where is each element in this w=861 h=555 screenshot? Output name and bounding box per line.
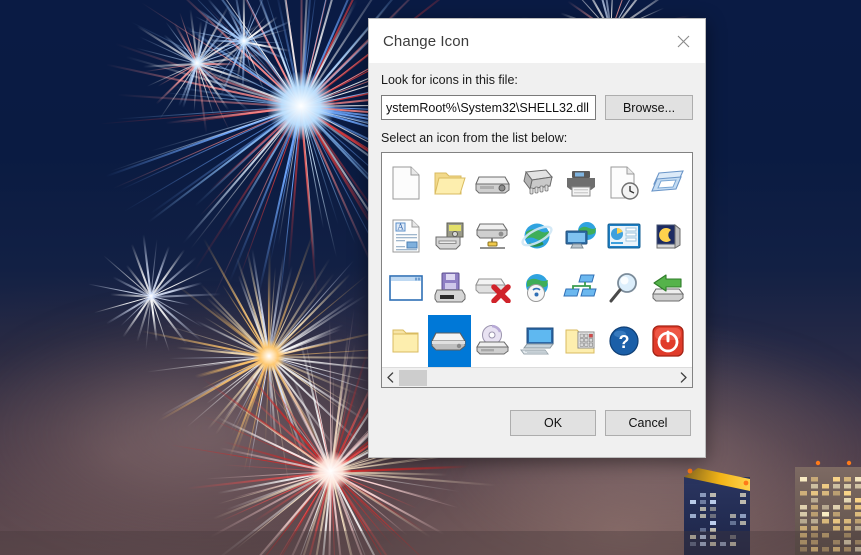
- icon-cell-network-workgroup-icon[interactable]: [559, 262, 603, 315]
- svg-text:A: A: [396, 222, 403, 231]
- icon-cell-folder-open-icon[interactable]: [428, 157, 472, 210]
- icon-cell-control-panel-folder-icon[interactable]: [559, 315, 603, 368]
- icon-grid[interactable]: A?: [382, 153, 692, 367]
- icon-cell-computer-desktop-icon[interactable]: [515, 315, 559, 368]
- network-drive-icon: [475, 220, 511, 252]
- icon-cell-network-drive-icon[interactable]: [471, 210, 515, 263]
- icon-cell-shutdown-power-icon[interactable]: [646, 315, 690, 368]
- network-workgroup-icon: [563, 273, 599, 303]
- dialog-body: Look for icons in this file: Browse... S…: [369, 73, 705, 388]
- scroll-left-arrow-icon[interactable]: [382, 368, 399, 388]
- icon-cell-floppy-drive-icon[interactable]: [428, 262, 472, 315]
- svg-text:?: ?: [619, 332, 630, 352]
- network-computer-globe-icon: [563, 220, 599, 252]
- icon-cell-disconnected-drive-icon[interactable]: [471, 262, 515, 315]
- floppy-drive-icon: [434, 271, 466, 305]
- text-document-icon: A: [391, 219, 421, 253]
- help-question-icon: ?: [608, 325, 640, 357]
- dashboard-report-icon: [606, 222, 642, 250]
- dialup-globe-icon: [520, 272, 554, 304]
- firework-burst: [300, 105, 301, 106]
- dialog-title: Change Icon: [383, 33, 469, 50]
- icon-cell-window-stack-icon[interactable]: [646, 157, 690, 210]
- control-panel-folder-icon: [564, 326, 598, 356]
- blank-document-icon: [391, 166, 421, 200]
- firework-burst: [196, 62, 197, 63]
- cd-rom-drive-icon: [476, 324, 510, 358]
- back-arrow-drive-icon: [650, 273, 686, 303]
- monitor-moon-icon: [653, 221, 683, 251]
- icon-cell-dashboard-report-icon[interactable]: [603, 210, 647, 263]
- dialog-footer: OK Cancel: [369, 389, 705, 457]
- icon-cell-text-document-icon[interactable]: A: [384, 210, 428, 263]
- horizontal-scrollbar[interactable]: [382, 367, 692, 387]
- icon-cell-recent-document-clock-icon[interactable]: [603, 157, 647, 210]
- firework-burst: [150, 295, 151, 296]
- scrollbar-thumb[interactable]: [399, 370, 427, 386]
- ok-button[interactable]: OK: [510, 410, 596, 436]
- firework-burst: [243, 40, 244, 41]
- icon-cell-memory-chip-icon[interactable]: [515, 157, 559, 210]
- internet-globe-icon: [520, 219, 554, 253]
- icon-cell-help-question-icon[interactable]: ?: [603, 315, 647, 368]
- application-window-icon: [388, 274, 424, 302]
- icon-file-path-input[interactable]: [381, 95, 596, 120]
- dialog-titlebar: Change Icon: [369, 19, 705, 63]
- browse-button[interactable]: Browse...: [605, 95, 693, 120]
- icon-cell-internet-globe-icon[interactable]: [515, 210, 559, 263]
- icon-cell-dialup-globe-icon[interactable]: [515, 262, 559, 315]
- icon-cell-monitor-moon-icon[interactable]: [646, 210, 690, 263]
- icon-cell-scanner-icon[interactable]: [428, 210, 472, 263]
- computer-desktop-icon: [519, 326, 555, 356]
- scroll-right-arrow-icon[interactable]: [675, 368, 692, 388]
- icon-cell-local-disk-drive-icon[interactable]: [428, 315, 472, 368]
- change-icon-dialog: Change Icon Look for icons in this file:…: [368, 18, 706, 458]
- scrollbar-track[interactable]: [399, 368, 675, 388]
- file-path-row: Browse...: [381, 95, 693, 120]
- search-magnifier-icon: [608, 272, 640, 304]
- firework-burst: [268, 355, 269, 356]
- folder-open-icon: [433, 168, 467, 198]
- icon-list-label: Select an icon from the list below:: [381, 131, 693, 146]
- icon-list-panel: A?: [381, 152, 693, 388]
- cancel-button[interactable]: Cancel: [605, 410, 691, 436]
- memory-chip-icon: [519, 168, 555, 198]
- disconnected-drive-icon: [475, 273, 511, 303]
- icon-cell-hard-drive-icon[interactable]: [471, 157, 515, 210]
- scanner-icon: [433, 221, 467, 251]
- icon-cell-cd-rom-drive-icon[interactable]: [471, 315, 515, 368]
- hard-drive-icon: [475, 170, 511, 196]
- icon-cell-printer-icon[interactable]: [559, 157, 603, 210]
- printer-icon: [564, 168, 598, 198]
- recent-document-clock-icon: [608, 166, 640, 200]
- icon-cell-search-magnifier-icon[interactable]: [603, 262, 647, 315]
- icon-cell-application-window-icon[interactable]: [384, 262, 428, 315]
- folder-closed-icon: [391, 326, 421, 356]
- icon-cell-back-arrow-drive-icon[interactable]: [646, 262, 690, 315]
- close-icon[interactable]: [661, 19, 705, 63]
- icon-cell-network-computer-globe-icon[interactable]: [559, 210, 603, 263]
- icon-cell-blank-document-icon[interactable]: [384, 157, 428, 210]
- file-path-label: Look for icons in this file:: [381, 73, 693, 88]
- shutdown-power-icon: [652, 325, 684, 357]
- window-stack-icon: [650, 168, 686, 198]
- icon-cell-folder-closed-icon[interactable]: [384, 315, 428, 368]
- local-disk-drive-icon: [431, 327, 469, 355]
